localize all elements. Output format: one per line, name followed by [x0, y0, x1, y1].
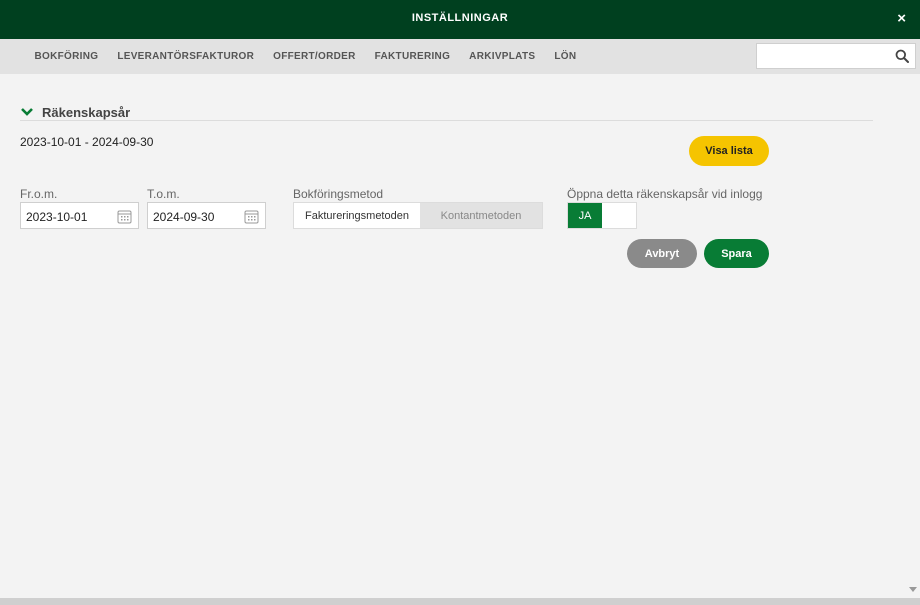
- nav-item-fakturering[interactable]: FAKTURERING: [365, 51, 460, 62]
- open-on-login-label: Öppna detta räkenskapsår vid inlogg: [567, 187, 763, 201]
- search-box: [756, 43, 916, 69]
- current-fiscal-year: 2023-10-01 - 2024-09-30: [20, 135, 154, 149]
- bottom-border: [0, 598, 920, 605]
- accounting-method-label: Bokföringsmetod: [293, 187, 384, 201]
- search-input[interactable]: [757, 44, 887, 68]
- accounting-method-selector: Faktureringsmetoden Kontantmetoden: [293, 202, 543, 229]
- top-nav: BOKFÖRING LEVERANTÖRSFAKTUROR OFFERT/ORD…: [0, 39, 920, 74]
- to-date-field[interactable]: 2024-09-30: [147, 202, 266, 229]
- nav-item-bokforing[interactable]: BOKFÖRING: [25, 51, 108, 62]
- search-icon[interactable]: [895, 49, 909, 63]
- nav-item-leverantorsfakturor[interactable]: LEVERANTÖRSFAKTUROR: [108, 51, 264, 62]
- nav-item-offert-order[interactable]: OFFERT/ORDER: [264, 51, 366, 62]
- toggle-on-label: JA: [568, 203, 602, 228]
- nav-item-arkivplats[interactable]: ARKIVPLATS: [460, 51, 545, 62]
- nav-item-lon[interactable]: LÖN: [545, 51, 586, 62]
- section-header[interactable]: Räkenskapsår: [20, 105, 873, 121]
- method-option-cash[interactable]: Kontantmetoden: [420, 203, 542, 228]
- chevron-down-icon[interactable]: [20, 107, 34, 117]
- from-date-field[interactable]: 2023-10-01: [20, 202, 139, 229]
- from-date-label: Fr.o.m.: [20, 187, 58, 201]
- section-title: Räkenskapsår: [42, 105, 131, 120]
- to-date-value: 2024-09-30: [153, 210, 215, 224]
- calendar-icon[interactable]: [244, 209, 259, 224]
- save-button[interactable]: Spara: [704, 239, 769, 268]
- open-on-login-toggle[interactable]: JA: [567, 202, 637, 229]
- to-date-label: T.o.m.: [147, 187, 180, 201]
- scroll-down-arrow-icon[interactable]: [909, 587, 917, 592]
- window-title: INSTÄLLNINGAR: [411, 12, 509, 24]
- show-list-button[interactable]: Visa lista: [689, 136, 769, 166]
- from-date-value: 2023-10-01: [26, 210, 88, 224]
- close-icon[interactable]: ×: [897, 10, 906, 27]
- content-area: Räkenskapsår 2023-10-01 - 2024-09-30 Vis…: [0, 74, 905, 598]
- title-bar: INSTÄLLNINGAR ×: [0, 0, 920, 39]
- cancel-button[interactable]: Avbryt: [627, 239, 697, 268]
- vertical-scrollbar[interactable]: [905, 74, 920, 598]
- nav-menu: BOKFÖRING LEVERANTÖRSFAKTUROR OFFERT/ORD…: [25, 39, 586, 74]
- calendar-icon[interactable]: [117, 209, 132, 224]
- method-option-invoice[interactable]: Faktureringsmetoden: [294, 203, 420, 228]
